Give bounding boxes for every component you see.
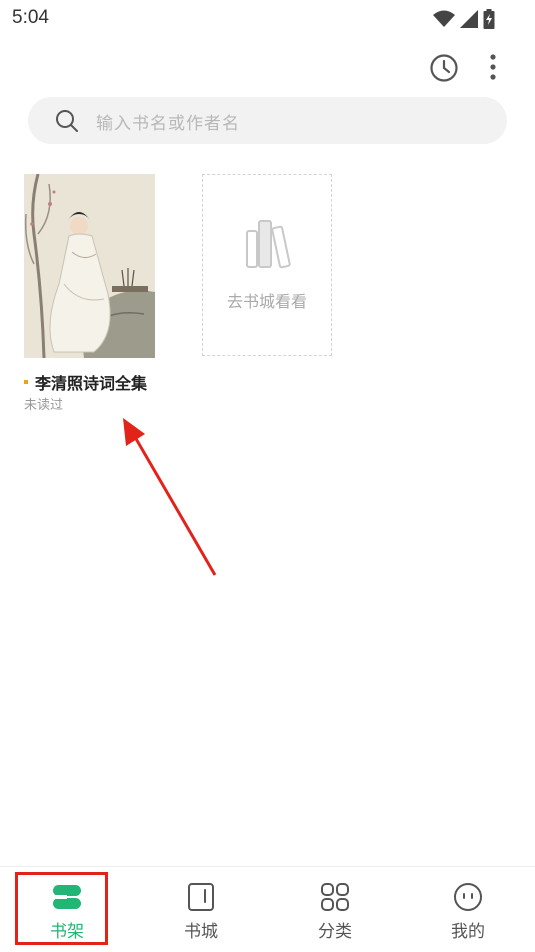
grid-icon [321,883,349,911]
nav-item-bookshelf[interactable]: 书架 [0,867,134,952]
history-button[interactable] [428,52,460,84]
book-title[interactable]: 李清照诗词全集 [35,374,147,393]
bottom-nav: 书架 书城 分类 我的 [0,866,535,952]
profile-face-icon [454,883,482,911]
status-icons [432,8,495,29]
battery-icon [483,8,495,29]
wifi-icon [432,10,455,27]
more-options-button[interactable] [483,52,503,84]
goto-store-label: 去书城看看 [226,292,307,311]
search-icon [56,110,78,132]
search-input[interactable]: 输入书名或作者名 [96,109,240,134]
goto-store-card[interactable]: 去书城看看 [202,174,332,356]
bookshelf-icon [53,885,81,909]
nav-item-category[interactable]: 分类 [268,867,402,952]
status-bar: 5:04 [0,0,535,36]
nav-label-bookstore: 书城 [184,922,218,942]
book-icon [188,883,214,911]
nav-label-mine: 我的 [451,922,485,942]
nav-label-category: 分类 [318,922,352,942]
book-read-status: 未读过 [24,398,64,413]
signal-icon [459,9,478,28]
book-title-row: 李清照诗词全集 [24,370,147,394]
search-bar[interactable]: 输入书名或作者名 [28,97,507,144]
book-cover-image[interactable] [24,174,155,358]
book-card[interactable]: 李清照诗词全集 未读过 [24,174,160,413]
books-icon [246,220,291,269]
nav-item-mine[interactable]: 我的 [401,867,535,952]
nav-label-bookshelf: 书架 [50,922,84,942]
clock-icon [430,54,458,82]
nav-item-bookstore[interactable]: 书城 [134,867,268,952]
new-update-dot [24,380,28,384]
more-vertical-icon [490,54,496,80]
status-time: 5:04 [12,7,49,28]
